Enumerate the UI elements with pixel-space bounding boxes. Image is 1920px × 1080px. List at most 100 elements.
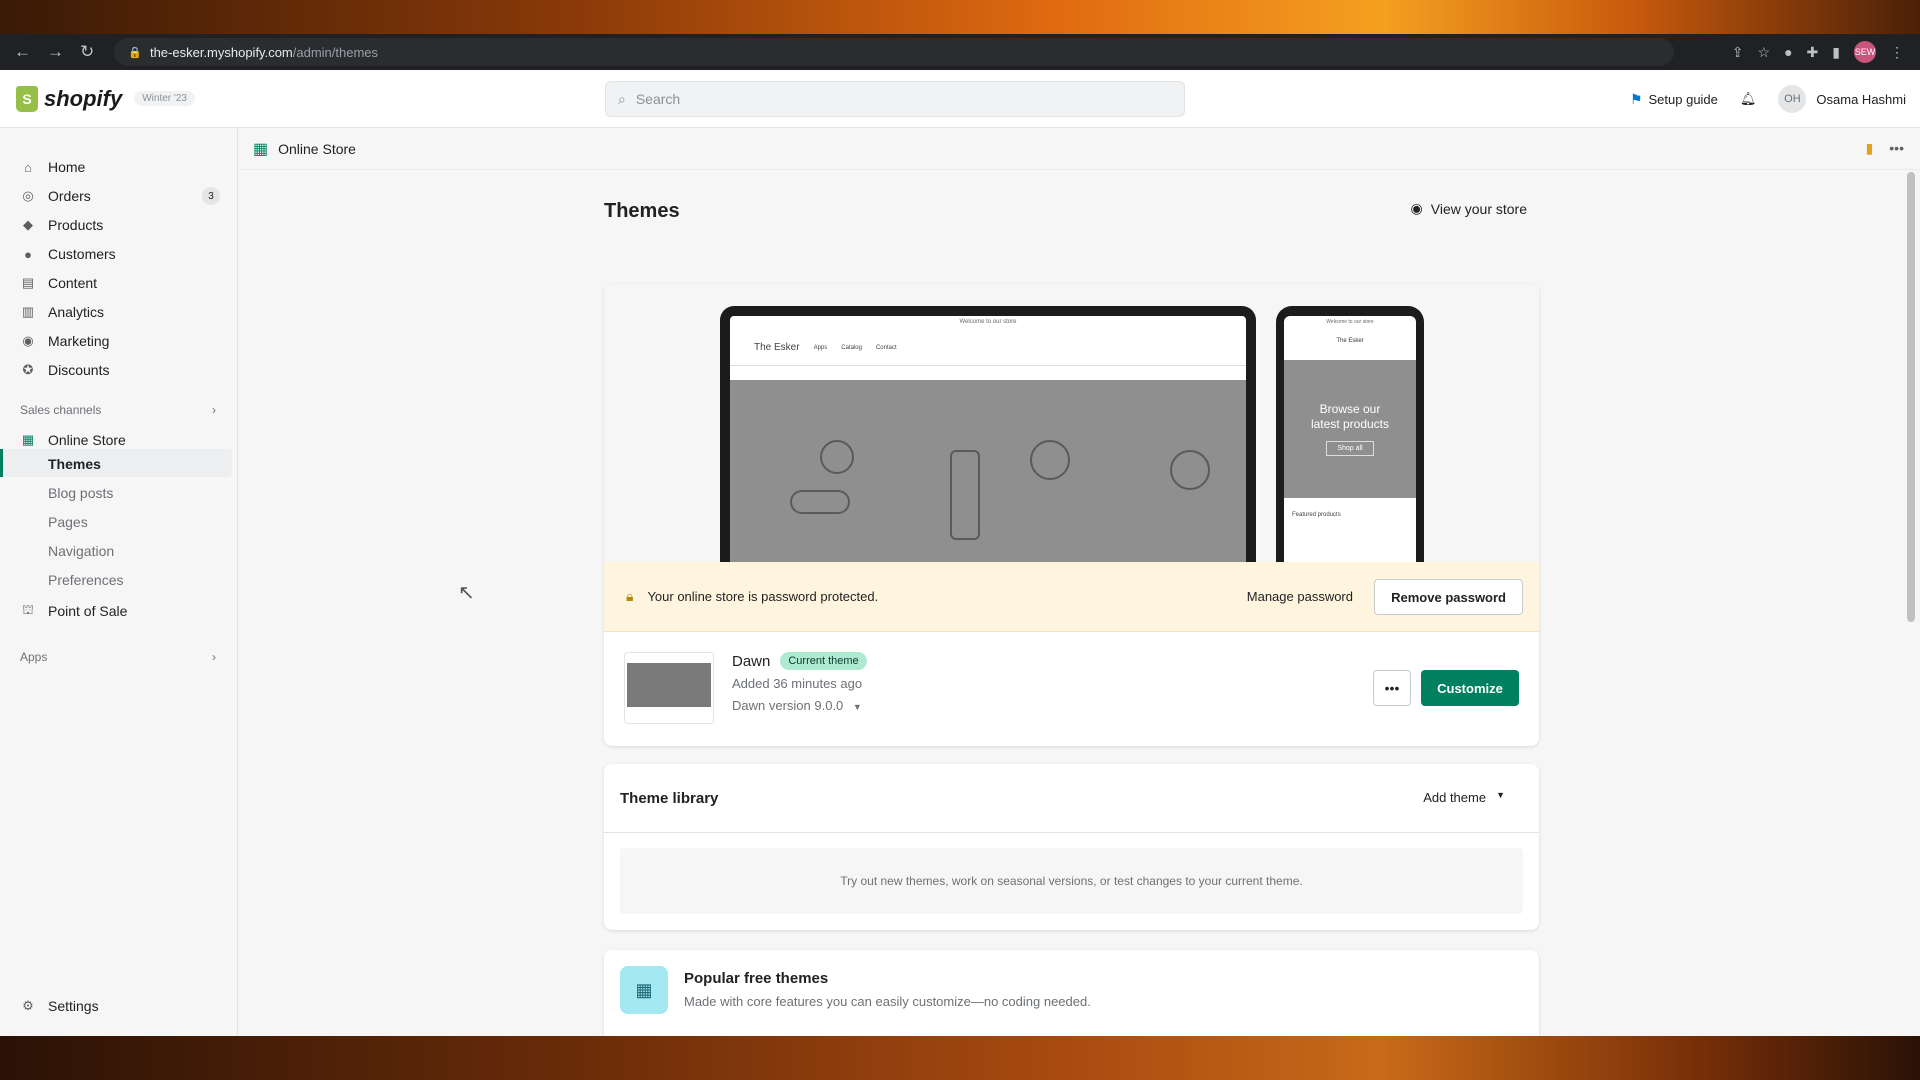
apps-header[interactable]: Apps › — [20, 650, 216, 664]
headphone-sketch — [790, 490, 850, 514]
chevron-right-icon: › — [212, 650, 216, 664]
phone-announcement: Welcome to our store — [1326, 319, 1374, 325]
browser-menu-icon[interactable]: ⋮ — [1890, 44, 1904, 61]
user-menu[interactable]: OH Osama Hashmi — [1778, 85, 1906, 113]
phone-section-label: Featured products — [1292, 512, 1341, 518]
search-input[interactable]: ⌕ Search — [605, 81, 1185, 117]
sidepanel-icon[interactable]: ▮ — [1832, 44, 1840, 61]
active-item-indicator — [0, 449, 3, 477]
video-frame-bottom — [0, 1036, 1920, 1080]
phone-hero: Browse our latest products Shop all — [1284, 360, 1416, 498]
pin-icon[interactable]: ▮ — [1866, 140, 1874, 157]
breadcrumb[interactable]: Online Store — [278, 141, 356, 157]
phone-screen: Welcome to our store The Esker Browse ou… — [1284, 316, 1416, 562]
shopify-bag-icon: S — [16, 85, 38, 112]
sidebar-subitem-pages[interactable]: Pages — [48, 514, 88, 530]
sidebar-item-home[interactable]: ⌂ Home — [20, 155, 220, 179]
theme-more-actions-button[interactable]: ••• — [1373, 670, 1411, 706]
current-theme-card: Welcome to our store The Esker Apps Cata… — [604, 284, 1539, 746]
laptop-nav-item: Apps — [813, 344, 828, 351]
tag-icon: ◆ — [23, 217, 33, 232]
manage-password-link[interactable]: Manage password — [1247, 589, 1353, 604]
target-icon: ◉ — [22, 333, 34, 348]
back-icon[interactable]: ← — [14, 42, 31, 62]
theme-name-row: Dawn Current theme — [732, 652, 867, 670]
popular-themes-subtitle: Made with core features you can easily c… — [684, 994, 1091, 1009]
laptop-store-nav: The Esker Apps Catalog Contact — [730, 330, 1246, 366]
star-icon[interactable]: ☆ — [1758, 44, 1771, 61]
video-frame-top — [0, 0, 1920, 34]
sidebar-item-label: Orders — [48, 188, 91, 204]
phone-store-name: The Esker — [1336, 338, 1364, 344]
theme-library-title: Theme library — [620, 790, 719, 807]
profile-avatar[interactable]: SEW — [1854, 41, 1876, 63]
setup-guide-label: Setup guide — [1648, 91, 1718, 107]
setup-guide-button[interactable]: ⚑ Setup guide — [1630, 91, 1718, 108]
sidebar-item-analytics[interactable]: ▥ Analytics — [20, 300, 220, 324]
browser-nav: ← → ↻ — [14, 42, 94, 62]
forward-icon[interactable]: → — [47, 42, 64, 62]
page-header: ▦ Online Store ▮ ••• — [239, 128, 1920, 170]
laptop-preview: Welcome to our store The Esker Apps Cata… — [720, 306, 1256, 562]
sidebar-item-point-of-sale[interactable]: ⛫ Point of Sale — [20, 599, 220, 623]
sidebar-subitem-navigation[interactable]: Navigation — [48, 543, 114, 559]
extension-dot-icon[interactable]: ● — [1784, 44, 1792, 60]
chevron-right-icon: › — [212, 403, 216, 417]
password-banner: 🔒︎ Your online store is password protect… — [604, 562, 1539, 632]
browser-toolbar: ← → ↻ 🔒 the-esker.myshopify.com /admin/t… — [0, 34, 1920, 70]
puzzle-icon[interactable]: ✚ — [1807, 44, 1819, 61]
divider — [604, 832, 1539, 833]
search-icon: ⌕ — [618, 90, 626, 107]
sidebar-item-products[interactable]: ◆ Products — [20, 213, 220, 237]
customize-button[interactable]: Customize — [1421, 670, 1519, 706]
theme-version-dropdown[interactable]: Dawn version 9.0.0 ▼ — [732, 698, 862, 713]
lens-sketch — [950, 450, 980, 540]
reload-icon[interactable]: ↻ — [80, 42, 94, 62]
popular-themes-card[interactable]: ▦ Popular free themes Made with core fea… — [604, 950, 1539, 1036]
sidebar-item-marketing[interactable]: ◉ Marketing — [20, 329, 220, 353]
view-store-button[interactable]: ◉ View your store — [1411, 200, 1527, 217]
laptop-hero-image — [730, 380, 1246, 562]
status-badge: Current theme — [780, 652, 867, 670]
remove-password-button[interactable]: Remove password — [1374, 579, 1523, 615]
person-icon: ● — [24, 246, 32, 262]
sidebar-item-discounts[interactable]: ✪ Discounts — [20, 358, 220, 382]
sidebar-subitem-themes[interactable]: Themes — [48, 456, 101, 472]
sidebar-item-orders[interactable]: ◎ Orders 3 — [20, 184, 220, 208]
url-host: the-esker.myshopify.com — [149, 44, 293, 60]
address-bar[interactable]: 🔒 the-esker.myshopify.com /admin/themes — [114, 38, 1675, 66]
sidebar: ⌂ Home ◎ Orders 3 ◆ Products ● Customers… — [0, 128, 238, 1036]
theme-version: Dawn version 9.0.0 — [732, 698, 844, 713]
laptop-screen: Welcome to our store The Esker Apps Cata… — [730, 316, 1246, 562]
popular-themes-title: Popular free themes — [684, 970, 829, 987]
more-actions-icon[interactable]: ••• — [1889, 140, 1904, 157]
current-theme-row: Dawn Current theme Added 36 minutes ago … — [604, 632, 1539, 746]
share-icon[interactable]: ⇪ — [1732, 44, 1744, 61]
laptop-nav-item: Catalog — [841, 344, 862, 351]
edition-badge: Winter '23 — [134, 91, 195, 106]
logo-text: shopify — [44, 85, 123, 111]
user-name: Osama Hashmi — [1816, 91, 1906, 107]
shopify-admin: S shopify Winter '23 ⌕ Search ⚑ Setup gu… — [0, 70, 1920, 1036]
sidebar-item-settings[interactable]: ⚙ Settings — [20, 994, 220, 1018]
mouse-cursor-icon: ↖ — [458, 582, 475, 604]
sidebar-item-content[interactable]: ▤ Content — [20, 271, 220, 295]
search-placeholder: Search — [635, 91, 681, 107]
scrollbar[interactable] — [1907, 172, 1915, 622]
sidebar-subitem-blog-posts[interactable]: Blog posts — [48, 485, 113, 501]
page-title: Themes — [604, 200, 680, 222]
avatar: OH — [1778, 85, 1807, 113]
store-icon: ▦ — [253, 140, 269, 158]
phone-preview: Welcome to our store The Esker Browse ou… — [1276, 306, 1424, 562]
bell-icon[interactable]: 🔔︎ — [1740, 91, 1757, 107]
sidebar-item-label: Content — [48, 275, 98, 291]
sidebar-item-customers[interactable]: ● Customers — [20, 242, 220, 266]
sales-channels-header[interactable]: Sales channels › — [20, 403, 216, 417]
laptop-nav-item: Contact — [875, 344, 897, 351]
sidebar-item-label: Customers — [48, 246, 116, 262]
add-theme-label: Add theme — [1423, 790, 1487, 805]
shopify-logo[interactable]: S shopify Winter '23 — [16, 85, 195, 112]
theme-name: Dawn — [732, 652, 771, 670]
sidebar-subitem-preferences[interactable]: Preferences — [48, 572, 123, 588]
add-theme-button[interactable]: Add theme ▼ — [1423, 790, 1505, 805]
